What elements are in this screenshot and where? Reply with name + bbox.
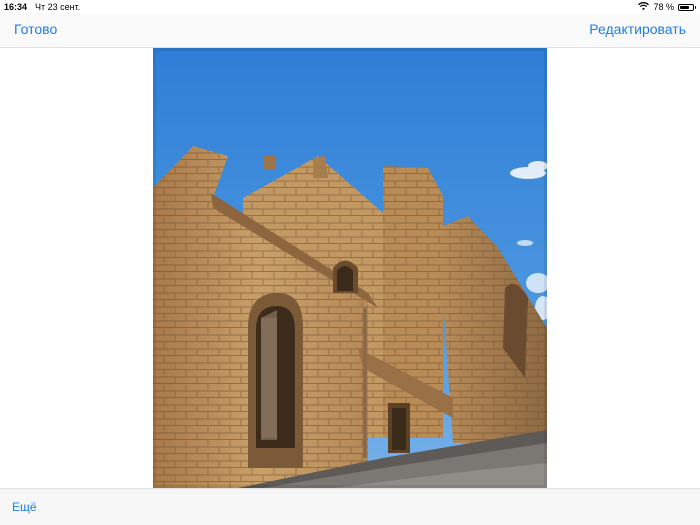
status-left: 16:34 Чт 23 сент. [4, 2, 80, 12]
battery-percent: 78 % [653, 2, 674, 12]
battery-icon [678, 3, 696, 11]
status-right: 78 % [638, 2, 696, 12]
photo-viewer-screen: 16:34 Чт 23 сент. 78 % Готово Редактиров… [0, 0, 700, 525]
battery-level [680, 5, 690, 9]
photo[interactable] [153, 48, 547, 488]
navigation-bar: Готово Редактировать [0, 14, 700, 48]
church-photo-image [153, 48, 547, 488]
status-time: 16:34 [4, 2, 28, 12]
bottom-toolbar: Ещё [0, 488, 700, 525]
more-button[interactable]: Ещё [12, 500, 37, 514]
status-bar: 16:34 Чт 23 сент. 78 % [0, 0, 700, 14]
wifi-icon [638, 2, 650, 12]
edit-button[interactable]: Редактировать [589, 21, 686, 37]
done-button[interactable]: Готово [14, 21, 57, 37]
status-date: Чт 23 сент. [35, 2, 81, 12]
